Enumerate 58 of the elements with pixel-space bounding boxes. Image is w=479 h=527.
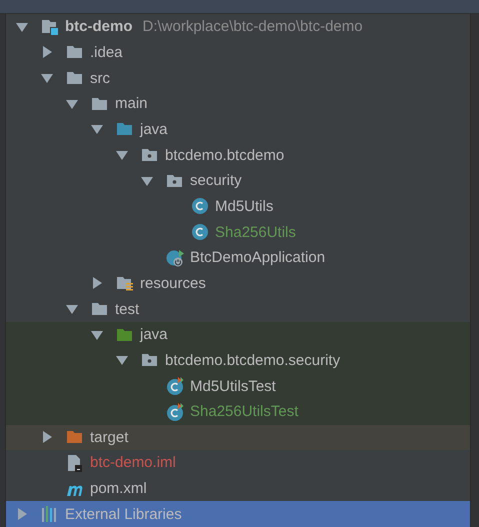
tree-item-label[interactable]: pom.xml bbox=[90, 480, 147, 498]
tree-item-label[interactable]: test bbox=[115, 300, 140, 318]
caret-icon[interactable] bbox=[91, 123, 103, 136]
tree-item-label[interactable]: src bbox=[90, 70, 110, 87]
tree-row[interactable]: java bbox=[6, 116, 470, 142]
libraries-icon bbox=[41, 505, 59, 524]
tree-item-label[interactable]: btc-demo bbox=[65, 18, 132, 36]
caret-icon[interactable] bbox=[16, 20, 28, 33]
tree-item-label[interactable]: target bbox=[90, 428, 128, 446]
caret-icon[interactable] bbox=[41, 46, 53, 58]
test-class-icon bbox=[166, 402, 184, 421]
tree-row[interactable]: btc-demo D:\workplace\btc-demo\btc-demo bbox=[6, 14, 470, 40]
tree-item-label[interactable]: security bbox=[190, 172, 242, 190]
test-class-icon bbox=[166, 377, 184, 396]
caret-icon[interactable] bbox=[66, 303, 78, 316]
tree-row[interactable]: Sha256UtilsTest bbox=[6, 398, 470, 424]
caret-icon[interactable] bbox=[66, 98, 78, 110]
caret-icon[interactable] bbox=[116, 354, 128, 366]
tree-row[interactable]: security bbox=[6, 168, 470, 194]
tree-item-label[interactable]: .idea bbox=[90, 44, 123, 61]
tree-item-label[interactable]: java bbox=[140, 120, 168, 138]
tree-row[interactable]: btcdemo.btcdemo bbox=[6, 142, 470, 168]
tree-item-label[interactable]: btcdemo.btcdemo.security bbox=[165, 352, 340, 369]
tree-row[interactable]: pom.xml bbox=[6, 476, 470, 502]
tree-row[interactable]: .idea bbox=[6, 40, 470, 66]
class-icon bbox=[191, 223, 209, 242]
tree-row[interactable]: BtcDemoApplication bbox=[6, 244, 470, 271]
tree-item-label[interactable]: Sha256Utils bbox=[215, 224, 296, 241]
class-icon bbox=[191, 197, 209, 216]
file-icon bbox=[66, 454, 84, 472]
tree-item-label[interactable]: resources bbox=[140, 274, 206, 292]
tree-row[interactable]: target bbox=[6, 424, 470, 450]
tree-item-label[interactable]: BtcDemoApplication bbox=[190, 249, 326, 266]
caret-icon[interactable] bbox=[41, 431, 53, 444]
resources-folder-icon bbox=[116, 274, 134, 292]
caret-icon[interactable] bbox=[91, 328, 103, 341]
tree-row[interactable]: Sha256Utils bbox=[6, 219, 470, 245]
tree-row[interactable]: main bbox=[6, 90, 470, 117]
tree-row[interactable]: src bbox=[6, 65, 470, 91]
tree-row[interactable]: test bbox=[6, 296, 470, 322]
tree-row[interactable]: java bbox=[6, 322, 470, 348]
caret-icon[interactable] bbox=[41, 72, 53, 84]
module-path: D:\workplace\btc-demo\btc-demo bbox=[142, 18, 363, 36]
tree-item-label[interactable]: btcdemo.btcdemo bbox=[165, 146, 284, 164]
spring-class-icon bbox=[166, 248, 184, 267]
tree-item-label[interactable]: main bbox=[115, 95, 148, 112]
caret-icon[interactable] bbox=[141, 174, 153, 187]
tree-item-label[interactable]: Sha256UtilsTest bbox=[190, 403, 298, 420]
tree-row[interactable]: Md5Utils bbox=[6, 194, 470, 220]
tree-row[interactable]: resources bbox=[6, 270, 470, 296]
tree-row[interactable]: Md5UtilsTest bbox=[6, 373, 470, 399]
tree-item-label[interactable]: Md5Utils bbox=[215, 198, 274, 215]
caret-icon[interactable] bbox=[91, 277, 103, 290]
caret-icon[interactable] bbox=[116, 149, 128, 162]
tree-item-label[interactable]: Md5UtilsTest bbox=[190, 378, 276, 395]
module-icon bbox=[41, 18, 59, 36]
tree-row[interactable]: btcdemo.btcdemo.security bbox=[6, 348, 470, 374]
tree-item-label[interactable]: java bbox=[140, 326, 168, 344]
